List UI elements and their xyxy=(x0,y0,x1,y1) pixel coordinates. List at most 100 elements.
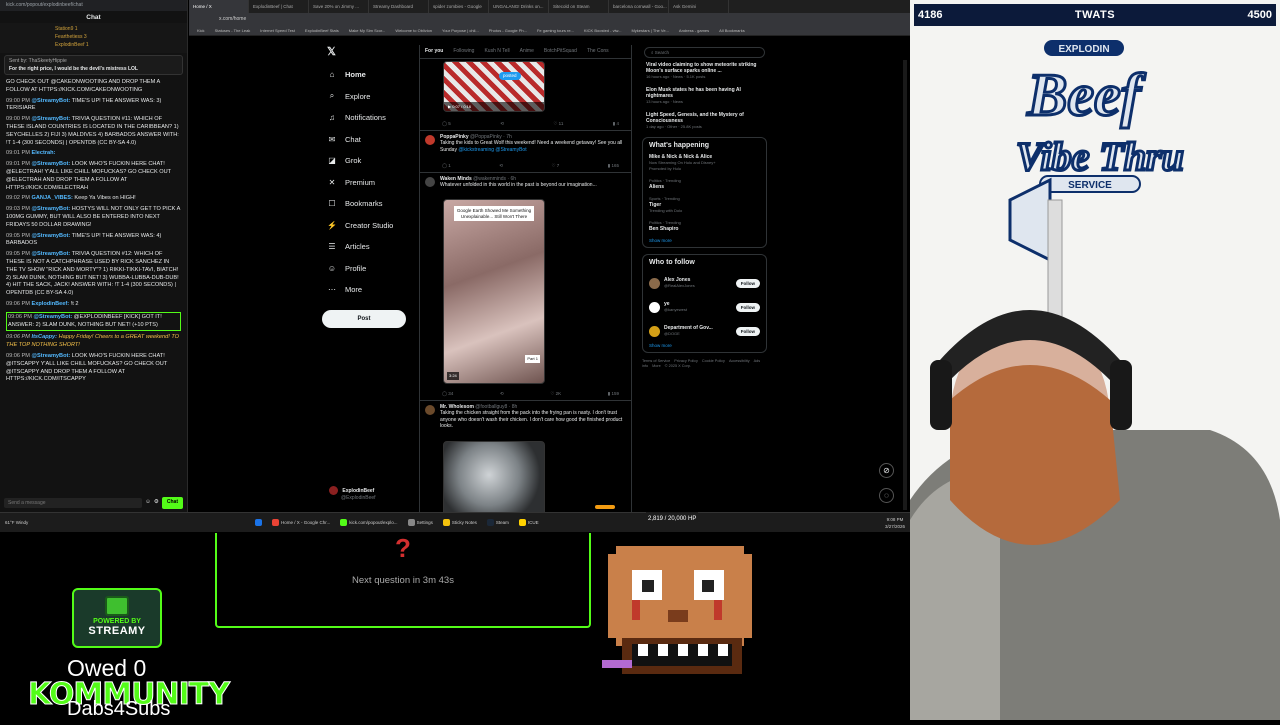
chat-message[interactable]: 09:01 PM Electrah: xyxy=(6,150,181,158)
views-icon[interactable]: ▮ 4 xyxy=(613,121,619,127)
nav-item-premium[interactable]: ✕ Premium xyxy=(319,172,419,194)
like-icon[interactable]: ♡ 11 xyxy=(553,121,563,127)
messages-icon[interactable]: ◌ xyxy=(879,488,894,503)
pinned-message[interactable]: Sent by: ThaSkeetyHippie For the right p… xyxy=(4,55,183,75)
bookmark-item[interactable]: Welcome to Oblivion xyxy=(395,28,432,33)
message-user[interactable]: @StreamyBot: xyxy=(32,161,71,167)
chat-message[interactable]: 09:06 PM @StreamyBot: LOOK WHO'S FUCKIN … xyxy=(6,353,181,384)
post-link[interactable]: @kickstreaming @StreamyBot xyxy=(458,147,526,153)
taskbar-app[interactable]: kick.com/popout/explo... xyxy=(335,513,402,533)
start-icon[interactable] xyxy=(250,513,267,533)
message-user[interactable]: ItsCappy: xyxy=(32,334,58,340)
bookmark-item[interactable]: KICK Boosted - viw... xyxy=(584,28,622,33)
browser-tab[interactable]: UNGALANG! Drinks on... xyxy=(489,0,549,13)
like-icon[interactable]: ♡ 2K xyxy=(550,391,561,397)
post-card[interactable]: Mr. Wholesom @footballguy8 · 8h Taking t… xyxy=(420,401,631,512)
taskbar-app[interactable]: Sticky Notes xyxy=(438,513,482,533)
trend-item[interactable]: Sports · Trending Tiger Trending with Dolo xyxy=(649,196,760,214)
footer-link[interactable]: More xyxy=(652,364,661,368)
follow-button[interactable]: Follow xyxy=(735,302,760,312)
trend-item[interactable]: Politics · Trending Ben Shapiro xyxy=(649,220,760,232)
avatar[interactable] xyxy=(425,135,435,145)
chat-message[interactable]: 09:06 PM ItsCappy: Happy Friday! Cheers … xyxy=(6,334,181,350)
avatar[interactable] xyxy=(425,177,435,187)
scrollbar[interactable] xyxy=(903,60,907,510)
footer-link[interactable]: Terms of Service xyxy=(642,359,670,363)
avatar[interactable] xyxy=(425,405,435,415)
message-user[interactable]: @StreamyBot: xyxy=(34,314,73,320)
account-switcher[interactable]: ExplodinBeef @ExplodinBeef xyxy=(329,486,376,501)
bookmark-item[interactable]: Andress - games xyxy=(679,28,709,33)
timeline-tab[interactable]: Kush N Tell xyxy=(479,45,514,58)
avatar[interactable] xyxy=(649,325,660,337)
follow-suggestion[interactable]: Alex Jones @RealAlexJones Follow xyxy=(649,271,760,295)
views-icon[interactable]: ▮ 165 xyxy=(608,163,619,169)
repost-icon[interactable]: ⟲ xyxy=(499,163,503,169)
nav-item-grok[interactable]: ◪ Grok xyxy=(319,150,419,172)
follow-button[interactable]: Follow xyxy=(735,278,760,288)
bookmark-item[interactable]: Fe gaming tours re... xyxy=(537,28,574,33)
timeline-tab[interactable]: The Cons xyxy=(582,45,614,58)
chat-input[interactable]: Send a message xyxy=(4,498,143,508)
chat-message[interactable]: 09:00 PM @StreamyBot: TIME'S UP! THE ANS… xyxy=(6,98,181,114)
reply-icon[interactable]: ◯ 5 xyxy=(442,121,451,127)
x-logo-icon[interactable]: 𝕏 xyxy=(319,45,419,58)
post-video[interactable]: Google Earth Showed Me Something Unexpla… xyxy=(443,199,545,384)
nav-item-explore[interactable]: ⌕ Explore xyxy=(319,86,419,108)
play-icon[interactable]: ▶ xyxy=(448,104,451,109)
emote-icon[interactable]: ☺ xyxy=(145,499,151,507)
taskbar-app[interactable]: Steam xyxy=(482,513,514,533)
message-user[interactable]: @StreamyBot: xyxy=(32,206,71,212)
browser-tab[interactable]: Ask Gemini xyxy=(669,0,729,13)
grok-icon[interactable]: ⊘ xyxy=(879,463,894,478)
post-button[interactable]: Post xyxy=(322,310,406,328)
show-more-link[interactable]: Show more xyxy=(649,343,760,348)
chat-message[interactable]: 09:06 PM @StreamyBot: @EXPLODINBEEF [KIC… xyxy=(6,311,181,332)
bookmark-item[interactable]: Photos - Google Ph... xyxy=(489,28,527,33)
browser-tab[interactable]: Streamy Dashboard xyxy=(369,0,429,13)
reply-icon[interactable]: ◯ 34 xyxy=(442,391,453,397)
news-item[interactable]: Elon Musk states he has been having AI n… xyxy=(646,87,763,105)
gear-icon[interactable]: ⚙ xyxy=(154,499,159,507)
news-item[interactable]: Light Speed, Genesis, and the Mystery of… xyxy=(646,112,763,130)
browser-tab[interactable]: Home / X xyxy=(189,0,249,13)
reply-icon[interactable]: ◯ 1 xyxy=(442,163,451,169)
browser-tab[interactable]: spider zombies - Google xyxy=(429,0,489,13)
address-bar[interactable]: x.com/home xyxy=(189,13,910,25)
taskbar-app[interactable]: Settings xyxy=(403,513,438,533)
send-chat-button[interactable]: Chat xyxy=(161,497,183,509)
post-card[interactable]: posted ▶ 0:07 / 0:16 ◯ 5 ⟲ ♡ 11 ▮ 4 xyxy=(420,59,631,131)
footer-link[interactable]: © 2025 X Corp. xyxy=(665,364,691,368)
bookmark-item[interactable]: Make My Sim Scor... xyxy=(349,28,386,33)
taskbar-app[interactable]: Home / X - Google Chr... xyxy=(267,513,335,533)
bookmark-item[interactable]: Mykestars | The Ve... xyxy=(631,28,668,33)
post-author[interactable]: Mr. Wholesom xyxy=(440,404,474,410)
taskbar-app[interactable]: ICUE xyxy=(514,513,544,533)
news-item[interactable]: Viral video claiming to show meteorite s… xyxy=(646,62,763,80)
bookmark-item[interactable]: Statuses - The Leak xyxy=(215,28,251,33)
bookmark-item[interactable]: ExplodinBeef Stats xyxy=(305,28,339,33)
browser-tab[interactable]: Sitecold on Steam xyxy=(549,0,609,13)
message-user[interactable]: @StreamyBot: xyxy=(32,353,71,359)
nav-item-home[interactable]: ⌂ Home xyxy=(319,64,419,86)
browser-tab[interactable]: barcelona cornwall - Goo... xyxy=(609,0,669,13)
bookmark-item[interactable]: All Bookmarks xyxy=(719,28,745,33)
message-user[interactable]: @StreamyBot: xyxy=(32,98,71,104)
follow-button[interactable]: Follow xyxy=(735,326,760,336)
post-image[interactable] xyxy=(443,441,545,512)
timeline-tab[interactable]: Anime xyxy=(515,45,539,58)
follow-suggestion[interactable]: Department of Gov... @DOGE Follow xyxy=(649,319,760,343)
bookmark-item[interactable]: Kick xyxy=(197,28,205,33)
post-card[interactable]: Waken Minds @wakenminds · 6h Whatever un… xyxy=(420,173,631,401)
repost-icon[interactable]: ⟲ xyxy=(500,121,504,127)
chat-message[interactable]: 09:03 PM @StreamyBot: HOSTYS WILL NOT ON… xyxy=(6,206,181,229)
footer-link[interactable]: Accessibility xyxy=(729,359,750,363)
browser-tab[interactable]: ExplodinBeef | Chat xyxy=(249,0,309,13)
timeline-tab[interactable]: Following xyxy=(448,45,479,58)
message-user[interactable]: @StreamyBot: xyxy=(32,251,71,257)
timeline-tab[interactable]: BotchPitSquad xyxy=(539,45,582,58)
show-more-link[interactable]: Show more xyxy=(649,238,760,243)
chat-message[interactable]: 09:06 PM ExplodinBeef: !t 2 xyxy=(6,301,181,309)
message-user[interactable]: ExplodinBeef: xyxy=(32,301,70,307)
like-icon[interactable]: ♡ 7 xyxy=(551,163,559,169)
